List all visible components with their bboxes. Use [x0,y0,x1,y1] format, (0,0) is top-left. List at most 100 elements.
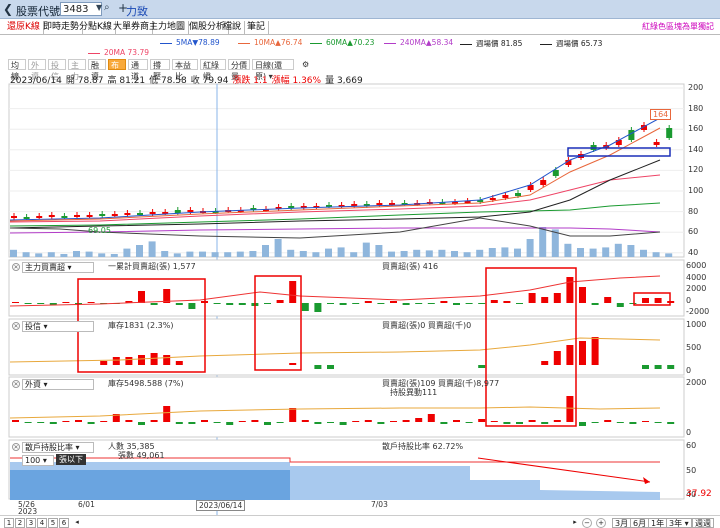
main-force-bar [377,303,385,304]
zoom-in-icon[interactable]: + [596,518,606,528]
foreign-bar [163,406,171,422]
main-force-bar [440,301,448,303]
panel-indicator-select[interactable]: 投信 ▾ [22,321,94,332]
main-force-bar [289,281,297,303]
trust-bar [591,337,599,365]
price-axis-label: 140 [688,144,704,154]
volume-bar [400,251,408,257]
main-force-bar [541,297,549,303]
main-force-bar [314,303,322,312]
page-button[interactable]: 3 [26,518,36,528]
volume-bar [388,251,395,257]
trust-bar [125,357,133,365]
foreign-bar [251,420,259,422]
page-button[interactable]: 6 [59,518,69,528]
range-button[interactable]: 3年 ▾ [666,518,692,528]
candle-body [489,198,496,200]
trust-bar [112,357,120,365]
page-next-icon[interactable]: ◂ [72,518,82,528]
panel-indicator-select[interactable]: 主力買賣超 ▾ [22,262,94,273]
panel-legend-left: 庫存5498.588 (7%) [108,379,184,388]
candle-body [48,215,55,217]
scroll-left-icon[interactable]: ▸ [570,518,580,528]
main-force-bar [339,303,347,305]
foreign-bar [226,422,234,425]
volume-bar [526,239,534,257]
volume-bar [640,249,647,257]
volume-bar [262,245,269,257]
main-force-bar [478,303,486,304]
filter-select[interactable]: 100 ▾ [22,455,54,466]
volume-bar [161,251,169,257]
trust-bar [100,361,108,365]
range-button[interactable]: 3月 [612,518,632,528]
page-bar: 1 2 3 4 5 6 ◂ ▸ − +3月 6月 1年 3年 ▾ 週週 [0,515,720,528]
main-force-bar [188,303,196,309]
main-force-bar [327,303,334,304]
volume-bar [438,249,446,257]
price-axis-label: 100 [688,186,704,195]
foreign-bar [642,421,649,422]
foreign-bar [12,420,19,422]
volume-bar [60,254,68,257]
filter-label: 張以下 [56,454,86,465]
page-button[interactable]: 1 [4,518,14,528]
volume-bar [10,249,17,257]
panel-indicator-select[interactable]: 外資 ▾ [22,379,94,390]
foreign-bar [100,421,108,422]
main-force-bar [402,303,410,305]
foreign-bar [364,420,372,422]
price-axis-label: 120 [688,165,704,175]
panel-close-icon[interactable]: ✕ [12,443,20,451]
range-button[interactable]: 1年 [648,518,668,528]
zoom-out-icon[interactable]: − [582,518,592,528]
foreign-bar [604,420,612,422]
foreign-bar [465,422,473,423]
price-axis-label: 160 [688,124,704,134]
volume-bar [287,249,295,257]
foreign-bar [478,419,486,422]
panel-indicator-select[interactable]: 散戶持股比率 ▾ [22,442,94,453]
page-button[interactable]: 5 [48,518,58,528]
panel-legend-left: 庫存1831 (2.3%) [108,321,174,330]
chart-canvas [8,83,685,515]
range-button[interactable]: 週週 [692,518,714,528]
foreign-bar [440,422,448,424]
main-force-bar [566,277,574,303]
candle-body [149,212,156,214]
panel-legend-right: 買賣超(張)0 買賣超(千)0 [382,321,472,330]
page-button[interactable]: 2 [15,518,25,528]
peak-price-label: 164 [650,109,672,120]
trust-bar [579,341,586,365]
volume-bar [463,252,471,257]
volume-bar [199,251,206,257]
panel-axis-label: 50 [686,465,697,475]
volume-bar [501,247,509,257]
main-force-bar [238,303,246,305]
page-button[interactable]: 4 [37,518,47,528]
x-axis-label: 2023/06/14 [196,500,246,511]
candle-body [351,204,358,206]
low-price-label: 69.05 [88,226,111,235]
candle-body [137,213,143,215]
foreign-bar [62,421,70,422]
main-force-bar [24,303,32,304]
trust-bar [150,353,158,365]
panel-close-icon[interactable]: ✕ [12,263,20,271]
foreign-bar [238,421,246,422]
foreign-bar [87,422,95,424]
panel-axis-label: 60 [686,441,697,450]
panel-close-icon[interactable]: ✕ [12,380,20,388]
volume-bar [350,252,358,257]
main-force-bar [352,303,360,304]
volume-bar [451,251,458,257]
candle-body [552,170,559,176]
main-force-bar [642,298,649,303]
foreign-bar [654,422,662,423]
panel-close-icon[interactable]: ✕ [12,322,20,330]
foreign-bar [75,420,82,422]
volume-bar [299,251,307,257]
volume-bar [47,252,55,257]
range-button[interactable]: 6月 [630,518,650,528]
foreign-bar [667,422,675,424]
